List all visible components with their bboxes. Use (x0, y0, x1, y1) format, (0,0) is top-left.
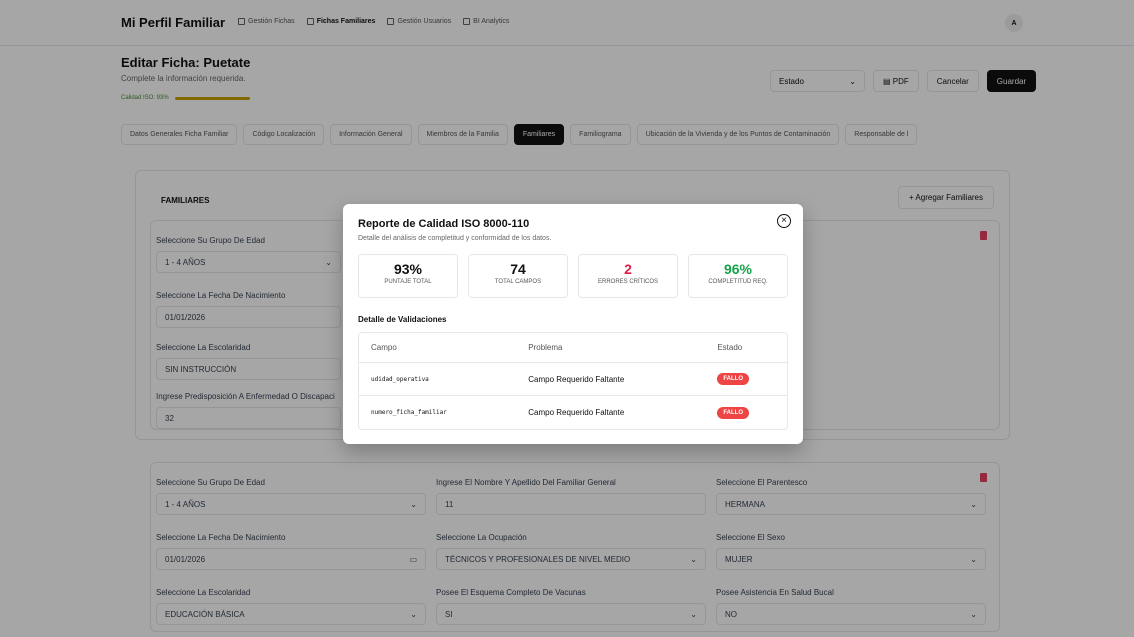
table-row: udidad_operativa Campo Requerido Faltant… (359, 363, 787, 396)
stat-total-fields: 74 TOTAL CAMPOS (468, 254, 568, 298)
table-header: Campo Problema Estado (359, 333, 787, 363)
status-badge: FALLO (717, 406, 750, 419)
close-icon[interactable]: × (777, 214, 791, 228)
stats-row: 93% PUNTAJE TOTAL 74 TOTAL CAMPOS 2 ERRO… (358, 254, 788, 298)
validations-heading: Detalle de Validaciones (358, 315, 447, 324)
stat-total-score: 93% PUNTAJE TOTAL (358, 254, 458, 298)
validations-table: Campo Problema Estado udidad_operativa C… (358, 332, 788, 430)
quality-report-modal: Reporte de Calidad ISO 8000-110 Detalle … (343, 204, 803, 444)
modal-title: Reporte de Calidad ISO 8000-110 (358, 218, 530, 230)
status-badge: FALLO (717, 373, 750, 385)
table-row: numero_ficha_familiar Campo Requerido Fa… (359, 396, 787, 429)
stat-completeness: 96% COMPLETITUD REQ. (688, 254, 788, 298)
stat-critical-errors: 2 ERRORES CRÍTICOS (578, 254, 678, 298)
modal-subtitle: Detalle del análisis de completitud y co… (358, 235, 552, 242)
